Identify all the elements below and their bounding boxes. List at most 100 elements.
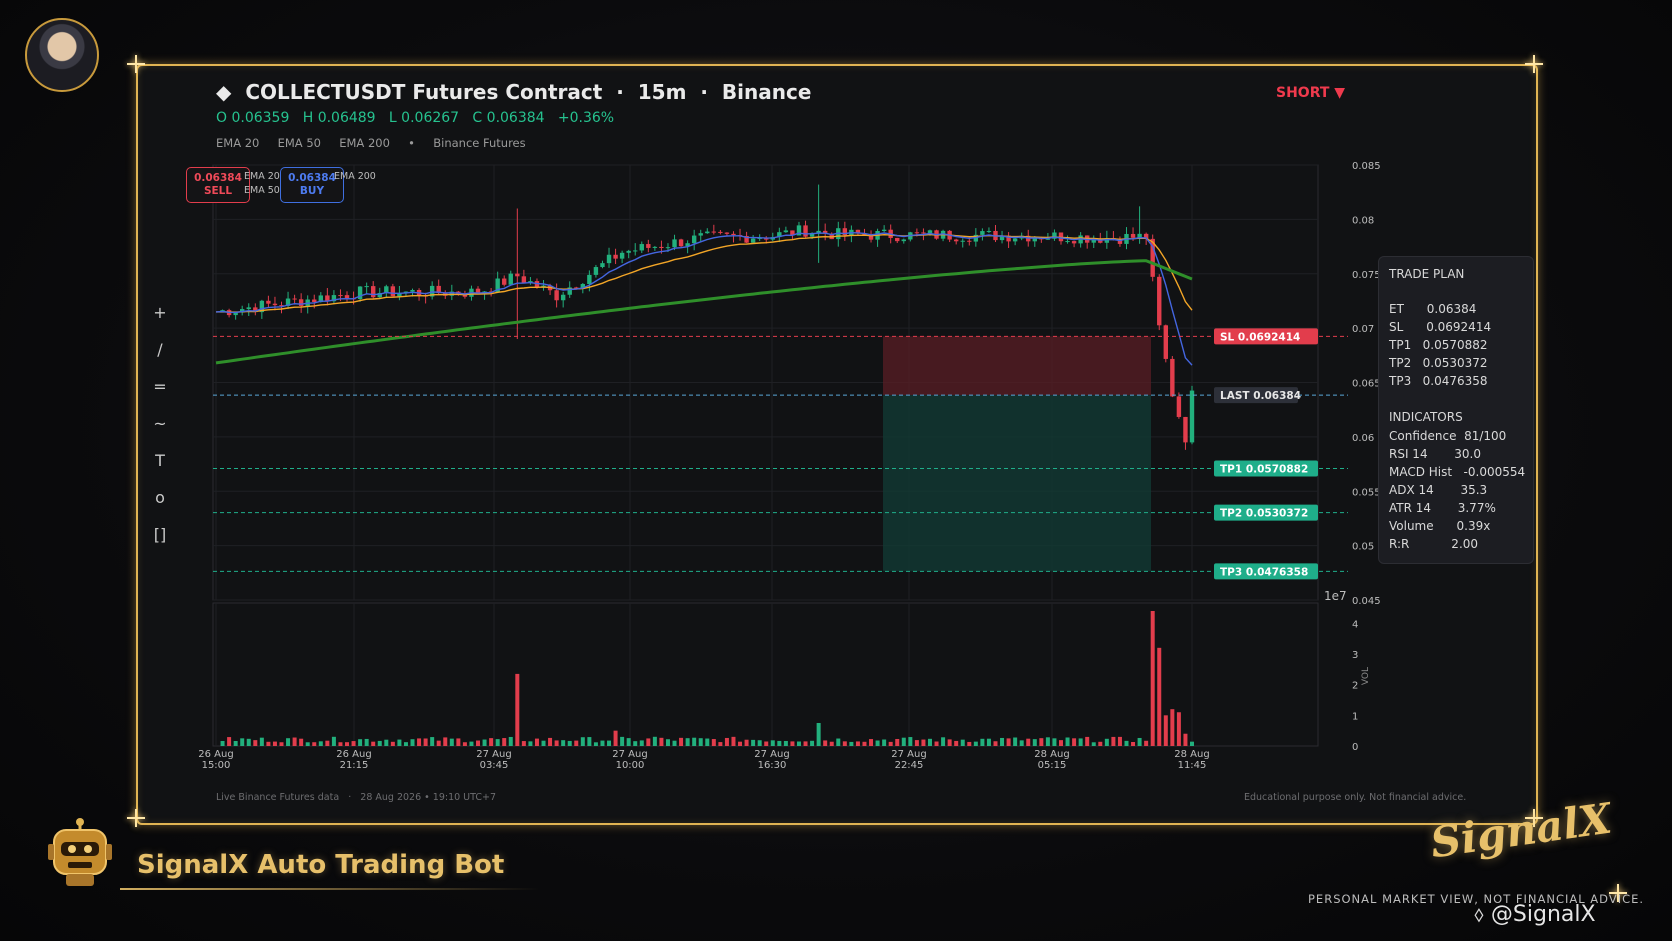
candle[interactable] xyxy=(921,232,926,234)
sell-button[interactable]: 0.06384 SELL xyxy=(186,167,250,203)
trade-plan-tp1: TP1 0.0570882 xyxy=(1389,338,1488,352)
candle[interactable] xyxy=(895,237,900,242)
binance-icon: ⬨ xyxy=(1474,902,1484,927)
volume-bar xyxy=(233,740,238,746)
indicator-rr: R:R 2.00 xyxy=(1389,537,1479,551)
volume-bar xyxy=(960,739,965,746)
candle[interactable] xyxy=(502,278,507,285)
candle[interactable] xyxy=(1183,416,1188,443)
volume-bar xyxy=(580,737,585,746)
candle[interactable] xyxy=(338,295,343,297)
volume-bar xyxy=(259,737,264,746)
volume-bar xyxy=(620,736,625,746)
candle[interactable] xyxy=(593,267,599,275)
candle[interactable] xyxy=(705,231,710,234)
candle[interactable] xyxy=(927,230,933,233)
candle[interactable] xyxy=(783,230,789,233)
candle[interactable] xyxy=(750,238,756,243)
volume-bar xyxy=(534,738,539,746)
candle[interactable] xyxy=(1130,233,1136,238)
volume-bar xyxy=(384,739,389,746)
candle[interactable] xyxy=(665,247,671,249)
candle[interactable] xyxy=(672,239,677,248)
volume-bar xyxy=(986,738,991,746)
volume-bar xyxy=(901,737,906,746)
volume-bar xyxy=(299,738,304,746)
volume-bar xyxy=(423,738,428,746)
candle[interactable] xyxy=(1189,390,1195,443)
candle[interactable] xyxy=(639,244,644,251)
candle[interactable] xyxy=(272,303,278,306)
candle[interactable] xyxy=(881,229,887,231)
candle[interactable] xyxy=(633,250,638,252)
candle[interactable] xyxy=(914,232,920,234)
volume-bar xyxy=(1065,737,1070,746)
candle[interactable] xyxy=(1157,276,1162,326)
candle[interactable] xyxy=(613,254,618,259)
candle[interactable] xyxy=(803,225,808,237)
volume-bar xyxy=(443,737,448,746)
candle[interactable] xyxy=(410,289,415,292)
candle[interactable] xyxy=(312,299,317,303)
candle[interactable] xyxy=(587,274,592,285)
candle[interactable] xyxy=(1071,241,1077,244)
candle[interactable] xyxy=(1012,238,1018,242)
candle[interactable] xyxy=(1170,358,1175,397)
candle[interactable] xyxy=(600,263,605,268)
indicator-volume: Volume 0.39x xyxy=(1389,519,1491,533)
volume-bar xyxy=(1026,738,1031,746)
volume-tick-label: 0 xyxy=(1352,742,1358,753)
candle[interactable] xyxy=(698,233,703,236)
stop-loss-zone xyxy=(883,336,1151,396)
candle[interactable] xyxy=(619,252,625,259)
candle[interactable] xyxy=(691,235,697,244)
candle[interactable] xyxy=(718,231,723,233)
volume-bar xyxy=(430,737,435,746)
candle[interactable] xyxy=(986,230,992,232)
y-tick-label: 0.065 xyxy=(1352,379,1381,390)
candle[interactable] xyxy=(554,290,559,301)
level-tag-label: TP3 0.0476358 xyxy=(1220,566,1308,578)
candle[interactable] xyxy=(652,246,658,248)
candle[interactable] xyxy=(724,232,730,234)
candle[interactable] xyxy=(646,244,651,248)
legend-ema50: EMA 50 xyxy=(244,185,280,196)
candle[interactable] xyxy=(521,276,527,283)
candle[interactable] xyxy=(901,239,906,242)
candle[interactable] xyxy=(344,295,350,299)
volume-bar xyxy=(240,738,245,746)
candle[interactable] xyxy=(508,273,513,285)
candle[interactable] xyxy=(678,239,684,247)
bot-name: SignalX Auto Trading Bot xyxy=(137,850,505,880)
volume-bar xyxy=(829,741,834,746)
volume-bar xyxy=(253,740,258,746)
candle[interactable] xyxy=(371,286,376,298)
candle[interactable] xyxy=(980,231,985,235)
candle[interactable] xyxy=(246,307,251,310)
volume-bar xyxy=(672,740,677,746)
candle[interactable] xyxy=(560,294,566,301)
candle[interactable] xyxy=(1176,396,1182,417)
candle[interactable] xyxy=(292,298,297,300)
candle[interactable] xyxy=(1163,325,1168,359)
candle[interactable] xyxy=(390,286,396,297)
candle[interactable] xyxy=(659,246,664,249)
x-tick-label-time: 16:30 xyxy=(758,760,787,771)
candle[interactable] xyxy=(711,231,717,233)
candle[interactable] xyxy=(960,240,965,242)
candle[interactable] xyxy=(953,239,959,242)
y-tick-label: 0.055 xyxy=(1352,487,1381,498)
candle[interactable] xyxy=(626,250,631,253)
candle[interactable] xyxy=(731,233,736,236)
candle[interactable] xyxy=(967,240,972,242)
candle[interactable] xyxy=(266,300,271,304)
volume-bar xyxy=(600,740,605,746)
volume-bar xyxy=(312,742,317,746)
candle[interactable] xyxy=(364,286,369,288)
candle[interactable] xyxy=(1065,241,1070,243)
volume-bar xyxy=(1098,741,1103,746)
candle[interactable] xyxy=(298,299,304,306)
handle-text: @SignalX xyxy=(1490,902,1596,927)
candle[interactable] xyxy=(606,254,612,264)
candle[interactable] xyxy=(515,273,520,277)
